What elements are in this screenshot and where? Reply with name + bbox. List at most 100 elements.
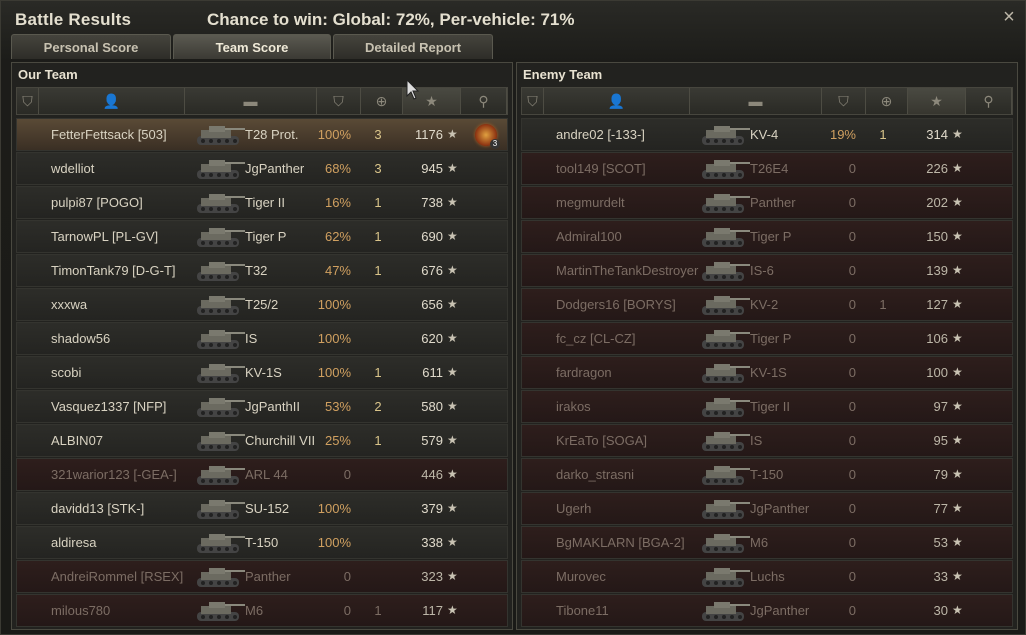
player-row[interactable]: irakos Tiger II 0 97 ★ xyxy=(521,390,1013,423)
player-row[interactable]: fc_cz [CL-CZ] Tiger P 0 106 ★ xyxy=(521,322,1013,355)
kills-count: 1 xyxy=(374,229,382,244)
player-row[interactable]: FetterFettsack [503] T28 Prot. 100% 3 1176 ★ 3 xyxy=(16,118,508,151)
column-header-platoon[interactable]: ⛉ xyxy=(522,88,544,114)
player-name: Dodgers16 [BORYS] xyxy=(556,297,676,312)
damage-percent: 0 xyxy=(848,501,856,516)
player-row[interactable]: tool149 [SCOT] T26E4 0 226 ★ xyxy=(521,152,1013,185)
column-header-kills[interactable]: ⊕ xyxy=(866,88,908,114)
column-header-platoon[interactable]: ⛉ xyxy=(17,88,39,114)
player-row[interactable]: ALBIN07 Churchill VII 25% 1 579 ★ xyxy=(16,424,508,457)
tank-icon xyxy=(696,292,750,318)
player-row[interactable]: andre02 [-133-] KV-4 19% 1 314 ★ xyxy=(521,118,1013,151)
player-row[interactable]: wdelliot JgPanther 68% 3 945 ★ xyxy=(16,152,508,185)
player-row[interactable]: 321warior123 [-GEA-] ARL 44 0 446 ★ xyxy=(16,458,508,491)
experience-value: 202 xyxy=(926,195,948,210)
player-row[interactable]: scobi KV-1S 100% 1 611 ★ xyxy=(16,356,508,389)
player-name: tool149 [SCOT] xyxy=(556,161,646,176)
column-header-kills[interactable]: ⊕ xyxy=(361,88,403,114)
player-row[interactable]: Vasquez1337 [NFP] JgPanthII 53% 2 580 ★ xyxy=(16,390,508,423)
medal-icon: ⚲ xyxy=(478,93,489,109)
table-header: ⛉ 👤 ▬ ⛉ ⊕ ★ ⚲ xyxy=(16,87,508,115)
damage-percent: 0 xyxy=(848,161,856,176)
player-row[interactable]: TarnowPL [PL-GV] Tiger P 62% 1 690 ★ xyxy=(16,220,508,253)
damage-percent: 62% xyxy=(324,229,351,244)
our-team-panel: Our Team ⛉ 👤 ▬ ⛉ ⊕ ★ ⚲ FetterFettsack [503] T28 … xyxy=(11,62,513,630)
tank-icon xyxy=(191,122,245,148)
tab-team-score[interactable]: Team Score xyxy=(173,34,331,59)
player-row[interactable]: AndreiRommel [RSEX] Panther 0 323 ★ xyxy=(16,560,508,593)
tank-icon xyxy=(191,360,245,386)
player-row[interactable]: shadow56 IS 100% 620 ★ xyxy=(16,322,508,355)
tank-icon xyxy=(696,360,750,386)
player-row[interactable]: milous780 M6 0 1 117 ★ xyxy=(16,594,508,627)
kills-count: 1 xyxy=(879,127,887,142)
column-header-player[interactable]: 👤 xyxy=(39,88,185,114)
player-name: AndreiRommel [RSEX] xyxy=(51,569,184,584)
tank-icon xyxy=(696,564,750,590)
experience-star-icon: ★ xyxy=(952,603,963,617)
damage-percent: 47% xyxy=(324,263,351,278)
player-row[interactable]: MartinTheTankDestroyer IS-6 0 139 ★ xyxy=(521,254,1013,287)
player-row[interactable]: TimonTank79 [D-G-T] T32 47% 1 676 ★ xyxy=(16,254,508,287)
damage-percent: 100% xyxy=(317,331,351,346)
player-row[interactable]: Tibone11 JgPanther 0 30 ★ xyxy=(521,594,1013,627)
platoon-icon: ⛉ xyxy=(22,93,33,109)
tab-detailed-report[interactable]: Detailed Report xyxy=(333,34,493,59)
player-row[interactable]: darko_strasni T-150 0 79 ★ xyxy=(521,458,1013,491)
experience-star-icon: ★ xyxy=(447,433,458,447)
tank-icon xyxy=(696,224,750,250)
damage-percent: 100% xyxy=(317,535,351,550)
player-row[interactable]: Admiral100 Tiger P 0 150 ★ xyxy=(521,220,1013,253)
column-header-tank[interactable]: ▬ xyxy=(185,88,317,114)
player-row[interactable]: Murovec Luchs 0 33 ★ xyxy=(521,560,1013,593)
kills-count xyxy=(868,221,898,252)
player-row[interactable]: pulpi87 [POGO] Tiger II 16% 1 738 ★ xyxy=(16,186,508,219)
column-header-tank[interactable]: ▬ xyxy=(690,88,822,114)
player-name: KrEaTo [SOGA] xyxy=(556,433,648,448)
player-row[interactable]: aldiresa T-150 100% 338 ★ xyxy=(16,526,508,559)
tab-personal-score[interactable]: Personal Score xyxy=(11,34,171,59)
player-name: ALBIN07 xyxy=(51,433,104,448)
tank-icon xyxy=(696,530,750,556)
player-name: 321warior123 [-GEA-] xyxy=(51,467,177,482)
player-row[interactable]: Dodgers16 [BORYS] KV-2 0 1 127 ★ xyxy=(521,288,1013,321)
column-header-medal[interactable]: ⚲ xyxy=(966,88,1012,114)
player-row[interactable]: Ugerh JgPanther 0 77 ★ xyxy=(521,492,1013,525)
experience-value: 620 xyxy=(421,331,443,346)
experience-value: 580 xyxy=(421,399,443,414)
column-header-medal[interactable]: ⚲ xyxy=(461,88,507,114)
column-header-experience-star[interactable]: ★ xyxy=(908,88,966,114)
tank-icon xyxy=(191,292,245,318)
player-row[interactable]: megmurdelt Panther 0 202 ★ xyxy=(521,186,1013,219)
kills-icon: ⊕ xyxy=(375,93,388,109)
medal-icon[interactable]: 3 xyxy=(475,124,500,149)
experience-value: 106 xyxy=(926,331,948,346)
damage-percent: 0 xyxy=(343,569,351,584)
tank-icon xyxy=(191,224,245,250)
player-row[interactable]: fardragon KV-1S 0 100 ★ xyxy=(521,356,1013,389)
tank-icon xyxy=(191,530,245,556)
damage-percent: 100% xyxy=(317,297,351,312)
experience-star-icon: ★ xyxy=(930,93,943,109)
close-icon[interactable]: × xyxy=(999,7,1019,27)
experience-star-icon: ★ xyxy=(447,467,458,481)
column-header-damage[interactable]: ⛉ xyxy=(317,88,361,114)
player-row[interactable]: KrEaTo [SOGA] IS 0 95 ★ xyxy=(521,424,1013,457)
experience-value: 945 xyxy=(421,161,443,176)
tank-icon xyxy=(191,326,245,352)
tank-icon xyxy=(191,496,245,522)
damage-percent: 0 xyxy=(848,603,856,618)
damage-percent: 53% xyxy=(324,399,351,414)
experience-star-icon: ★ xyxy=(447,195,458,209)
damage-percent: 0 xyxy=(343,467,351,482)
player-name: BgMAKLARN [BGA-2] xyxy=(556,535,685,550)
player-row[interactable]: BgMAKLARN [BGA-2] M6 0 53 ★ xyxy=(521,526,1013,559)
damage-percent: 100% xyxy=(317,365,351,380)
experience-star-icon: ★ xyxy=(952,365,963,379)
column-header-player[interactable]: 👤 xyxy=(544,88,690,114)
player-row[interactable]: xxxwa T25/2 100% 656 ★ xyxy=(16,288,508,321)
tank-icon xyxy=(696,394,750,420)
column-header-damage[interactable]: ⛉ xyxy=(822,88,866,114)
player-name: TimonTank79 [D-G-T] xyxy=(51,263,176,278)
player-row[interactable]: davidd13 [STK-] SU-152 100% 379 ★ xyxy=(16,492,508,525)
